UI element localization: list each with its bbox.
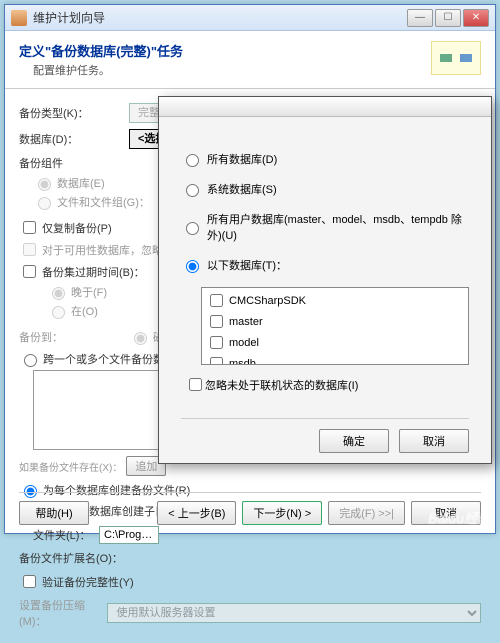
window-title: 维护计划向导 [33, 9, 405, 26]
database-list[interactable]: CMCSharpSDK master model msdb [201, 287, 469, 365]
close-button[interactable]: ✕ [463, 9, 489, 27]
dialog-cancel-button[interactable]: 取消 [399, 429, 469, 453]
compress-select: 使用默认服务器设置 [107, 603, 481, 623]
watermark: Baidu经验 [428, 508, 492, 528]
back-button[interactable]: < 上一步(B) [157, 501, 236, 525]
app-icon [11, 10, 27, 26]
db-checkbox[interactable] [210, 315, 223, 328]
backup-files-list[interactable] [33, 370, 163, 450]
page-title: 定义"备份数据库(完整)"任务 [19, 41, 481, 60]
expire-checkbox[interactable] [23, 265, 36, 278]
help-button[interactable]: 帮助(H) [19, 501, 89, 525]
if-exists-label: 如果备份文件存在(X)： [19, 459, 122, 474]
list-item: CMCSharpSDK [204, 290, 466, 311]
next-button[interactable]: 下一步(N) > [242, 501, 322, 525]
across-files-radio[interactable] [24, 354, 37, 367]
component-files-radio [38, 197, 51, 210]
compress-label: 设置备份压缩(M)： [19, 597, 107, 629]
finish-button: 完成(F) >>| [328, 501, 405, 525]
dialog-titlebar [159, 97, 491, 117]
db-checkbox[interactable] [210, 336, 223, 349]
expire-after-radio [52, 287, 65, 300]
folder-label: 文件夹(L)： [19, 527, 99, 543]
list-item: model [204, 332, 466, 353]
backup-type-label: 备份类型(K)： [19, 105, 129, 121]
page-subtitle: 配置维护任务。 [19, 62, 481, 78]
all-databases-radio[interactable] [186, 154, 199, 167]
these-databases-radio[interactable] [186, 260, 199, 273]
disk-radio [134, 332, 147, 345]
list-item: master [204, 311, 466, 332]
system-databases-radio[interactable] [186, 184, 199, 197]
expire-on-radio [52, 306, 65, 319]
component-database-radio [38, 178, 51, 191]
wizard-icon [431, 41, 481, 75]
ok-button[interactable]: 确定 [319, 429, 389, 453]
maximize-button[interactable]: ☐ [435, 9, 461, 27]
folder-input[interactable] [99, 526, 159, 544]
database-label: 数据库(D)： [19, 131, 129, 147]
copy-only-checkbox[interactable] [23, 221, 36, 234]
ignore-offline-checkbox[interactable] [189, 378, 202, 391]
db-checkbox[interactable] [210, 294, 223, 307]
verify-checkbox[interactable] [23, 575, 36, 588]
ext-label: 备份文件扩展名(O)： [19, 550, 129, 566]
minimize-button[interactable]: — [407, 9, 433, 27]
backup-to-label: 备份到： [19, 329, 129, 345]
database-select-dialog: 所有数据库(D) 系统数据库(S) 所有用户数据库(master、model、m… [158, 96, 492, 464]
user-databases-radio[interactable] [186, 222, 199, 235]
db-checkbox[interactable] [210, 357, 223, 365]
availability-ignore-checkbox [23, 243, 36, 256]
list-item: msdb [204, 353, 466, 365]
